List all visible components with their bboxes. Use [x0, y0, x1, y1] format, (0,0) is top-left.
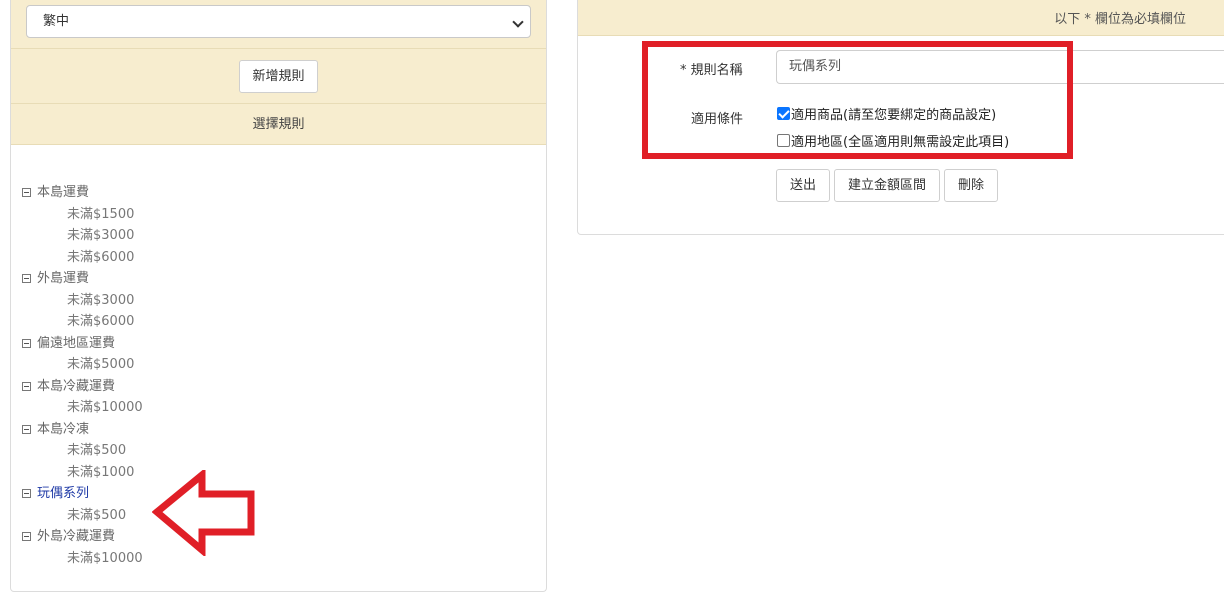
- tree-child-item[interactable]: 未滿$6000: [21, 247, 143, 269]
- tree-node-label: 外島冷藏運費: [37, 529, 116, 544]
- add-rule-row: 新增規則: [11, 49, 546, 104]
- collapse-icon[interactable]: [22, 424, 31, 434]
- tree-node[interactable]: 本島冷凍: [21, 419, 143, 441]
- tree-node-label: 玩偶系列: [37, 486, 90, 501]
- tree-node-label: 外島運費: [37, 271, 90, 286]
- language-row: 繁中: [11, 0, 546, 49]
- tree-child-item[interactable]: 未滿$5000: [21, 354, 143, 376]
- tree-node[interactable]: 偏遠地區運費: [21, 333, 143, 355]
- required-note: 以下 * 欄位為必填欄位: [1054, 12, 1186, 27]
- tree-child-item[interactable]: 未滿$1500: [21, 204, 143, 226]
- select-rule-header: 選擇規則: [11, 104, 546, 145]
- language-select[interactable]: 繁中: [26, 5, 531, 38]
- tree-child-item[interactable]: 未滿$3000: [21, 225, 143, 247]
- tree-node[interactable]: 外島冷藏運費: [21, 526, 143, 548]
- chevron-down-icon: [512, 16, 524, 28]
- form-actions: 送出 建立金額區間 刪除: [776, 169, 999, 202]
- annotation-highlight-box: [642, 41, 1073, 159]
- rule-tree: 本島運費 未滿$1500 未滿$3000 未滿$6000 外島運費 未滿$3000 未滿$6…: [21, 182, 143, 569]
- tree-child-item[interactable]: 未滿$500: [21, 505, 143, 527]
- annotation-arrow-icon: [152, 470, 255, 556]
- collapse-icon[interactable]: [22, 532, 31, 542]
- tree-child-item[interactable]: 未滿$10000: [21, 397, 143, 419]
- collapse-icon[interactable]: [22, 274, 31, 284]
- collapse-icon[interactable]: [22, 489, 31, 499]
- tree-node[interactable]: 本島運費: [21, 182, 143, 204]
- add-rule-button[interactable]: 新增規則: [239, 59, 318, 93]
- delete-button[interactable]: 刪除: [944, 169, 999, 202]
- tree-child-item[interactable]: 未滿$10000: [21, 548, 143, 570]
- tree-child-item[interactable]: 未滿$3000: [21, 290, 143, 312]
- tree-node[interactable]: 本島冷藏運費: [21, 376, 143, 398]
- tree-child-item[interactable]: 未滿$6000: [21, 311, 143, 333]
- tree-node-label: 本島冷凍: [37, 421, 90, 437]
- collapse-icon[interactable]: [22, 338, 31, 348]
- tree-child-item[interactable]: 未滿$500: [21, 440, 143, 462]
- tree-node-label: 偏遠地區運費: [37, 335, 116, 351]
- tree-node-label: 本島運費: [37, 185, 90, 200]
- submit-button[interactable]: 送出: [776, 169, 831, 202]
- create-amount-range-button[interactable]: 建立金額區間: [834, 169, 941, 202]
- tree-node[interactable]: 外島運費: [21, 268, 143, 290]
- tree-node-label: 本島冷藏運費: [37, 378, 116, 394]
- collapse-icon[interactable]: [22, 188, 31, 198]
- collapse-icon[interactable]: [22, 381, 31, 391]
- tree-node[interactable]: 玩偶系列: [21, 483, 143, 505]
- language-select-value: 繁中: [43, 14, 70, 29]
- tree-child-item[interactable]: 未滿$1000: [21, 462, 143, 484]
- required-note-row: 以下 * 欄位為必填欄位: [578, 0, 1224, 36]
